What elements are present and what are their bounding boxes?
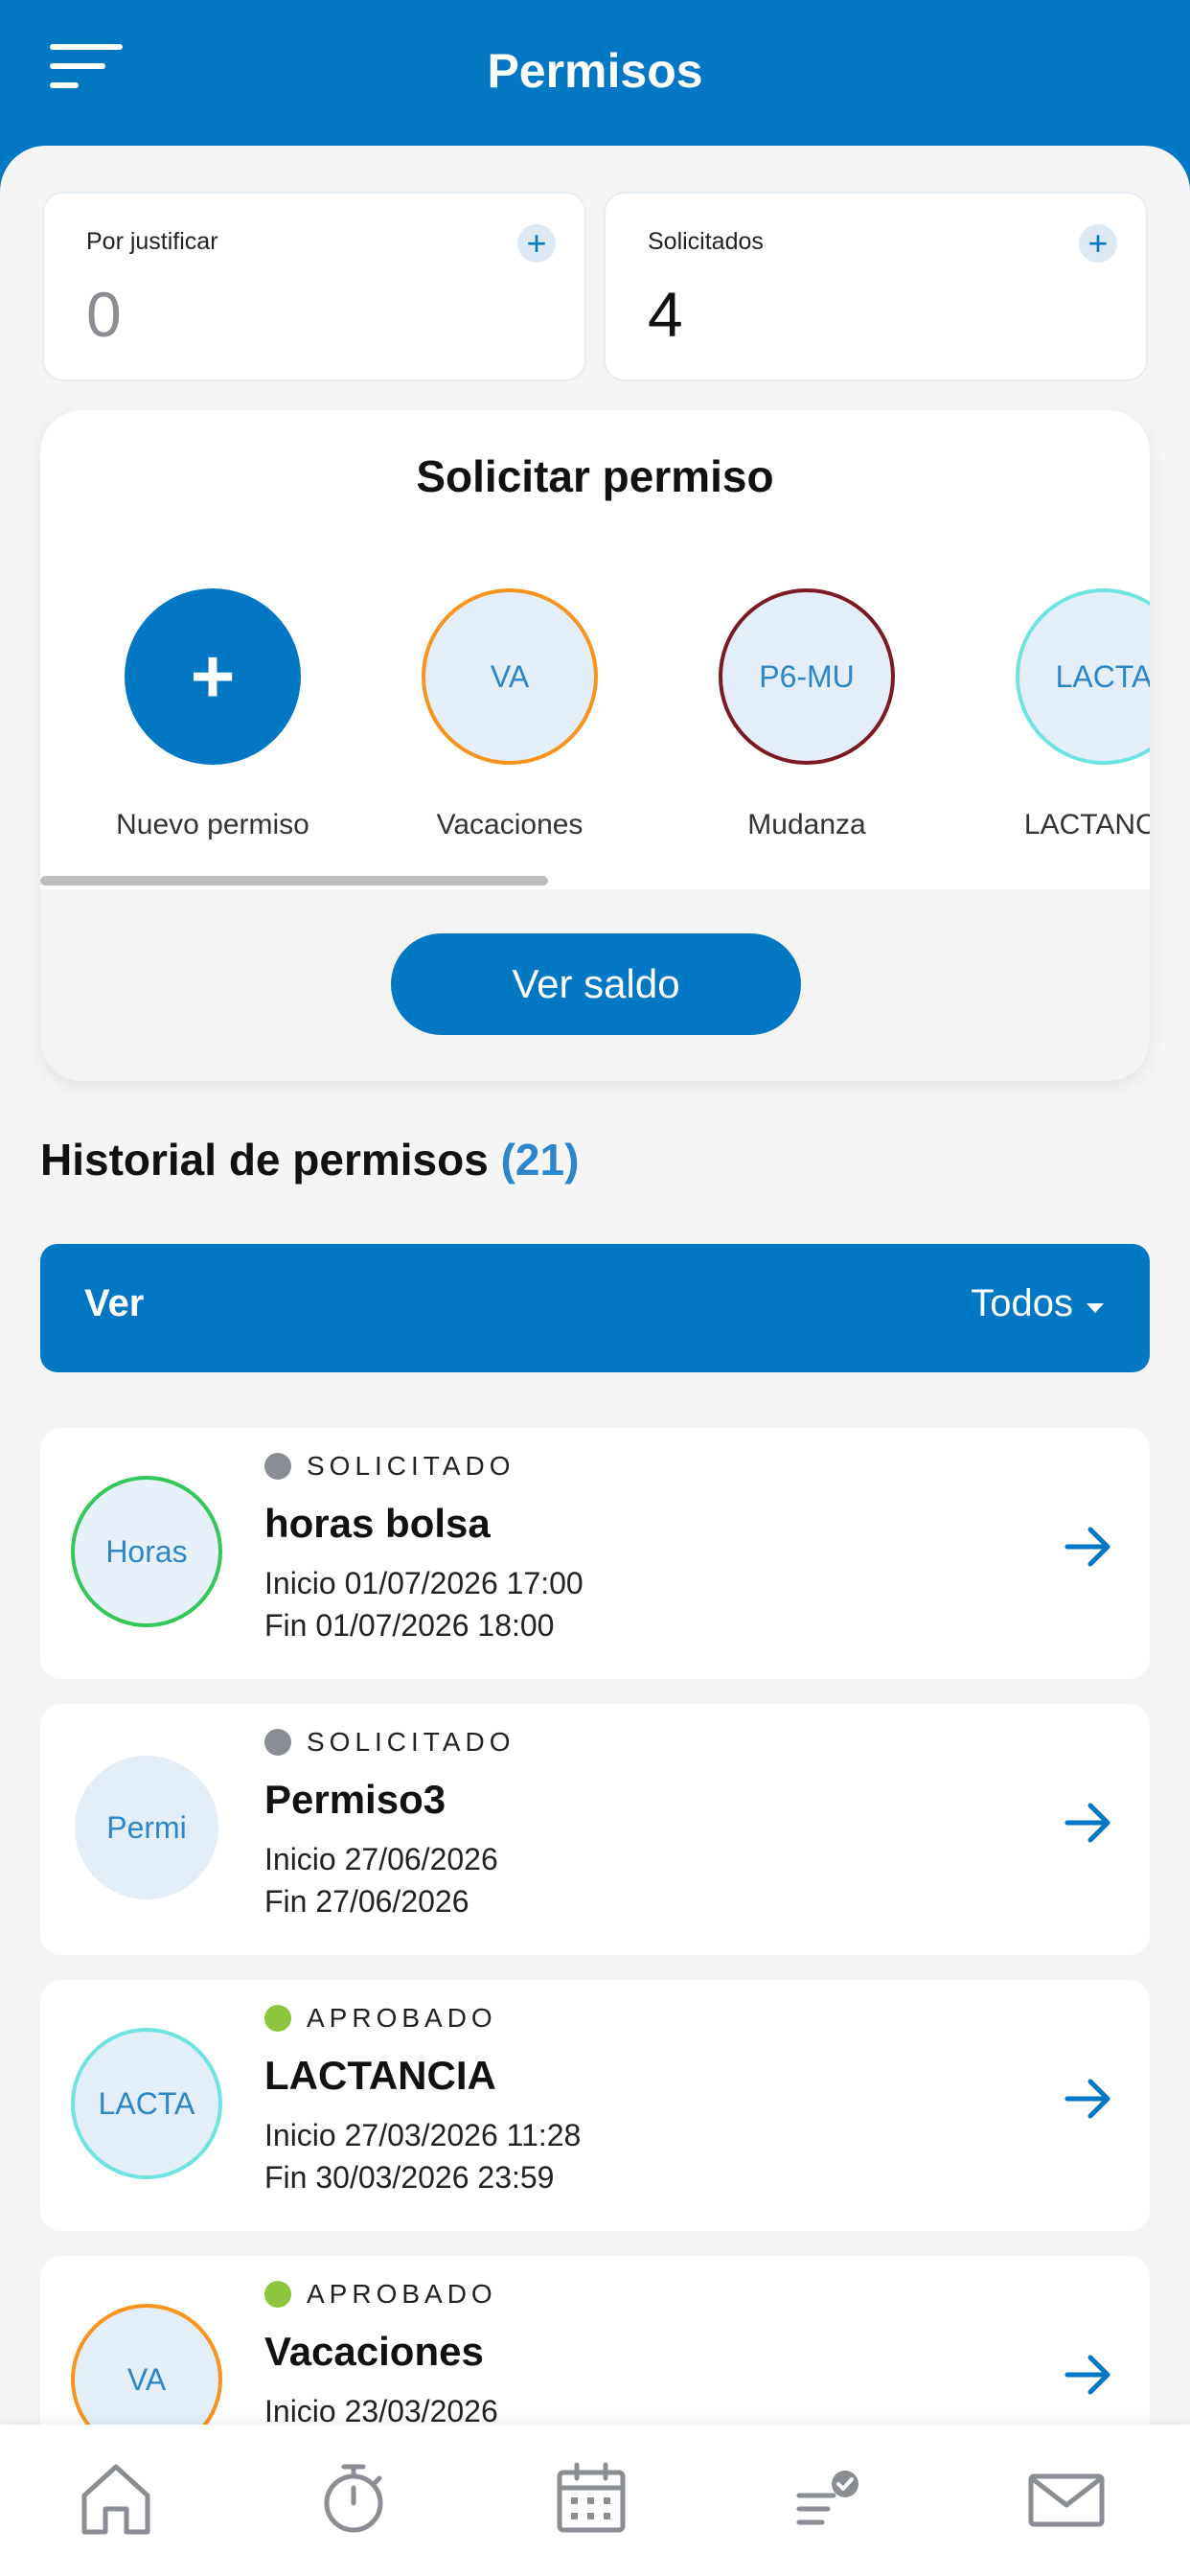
history-count: (21) [500,1135,580,1184]
scrollbar-thumb[interactable] [40,876,548,886]
history-item[interactable]: LACTA APROBADO LACTANCIA Inicio 27/03/20… [40,1980,1150,2231]
history-title: Historial de permisos (21) [40,1131,579,1188]
calendar-icon[interactable] [548,2455,634,2542]
arrow-right-icon[interactable] [1062,2072,1115,2126]
history-title-text: Historial de permisos [40,1135,489,1184]
status-badge: APROBADO [264,2001,497,2036]
permit-code-badge: VA [422,588,598,765]
permit-name: Permiso3 [264,1777,446,1822]
permit-option-label: Nuevo permiso [116,809,309,840]
permit-end: Fin 01/07/2026 18:00 [264,1608,555,1643]
status-text: APROBADO [307,2003,497,2033]
caret-down-icon[interactable] [1087,1303,1104,1313]
status-dot-icon [264,2281,291,2308]
tasks-check-icon[interactable] [786,2455,872,2542]
status-badge: SOLICITADO [264,1449,515,1484]
carousel-scrollbar[interactable] [40,876,1150,886]
permit-option-mudanza[interactable]: P6-MU Mudanza [682,588,931,841]
permit-option-nuevo[interactable]: + Nuevo permiso [88,588,337,841]
status-badge: SOLICITADO [264,1725,515,1760]
permit-option-label: LACTANCIA [1023,809,1150,840]
status-badge: APROBADO [264,2277,497,2312]
permit-option-label: Mudanza [747,809,866,840]
mail-icon[interactable] [1023,2455,1110,2542]
permit-name: horas bolsa [264,1501,491,1546]
permit-code-badge: P6-MU [719,588,895,765]
permit-code-badge: LACTA [1016,588,1150,765]
plus-icon[interactable]: + [517,224,556,263]
permit-name: Vacaciones [264,2329,484,2374]
filter-label: Ver [84,1282,145,1324]
permit-option-label: Vacaciones [436,809,584,840]
history-filter[interactable]: Ver Todos [40,1244,1150,1372]
status-dot-icon [264,2005,291,2032]
permit-carousel[interactable]: Solicitar permiso + Nuevo permiso VA Vac… [40,410,1150,889]
permit-end: Fin 30/03/2026 23:59 [264,2160,555,2195]
permit-name: LACTANCIA [264,2053,496,2098]
status-text: SOLICITADO [307,1451,515,1481]
counter-value: 4 [648,279,683,350]
bottom-nav [0,2425,1190,2576]
arrow-right-icon[interactable] [1062,2348,1115,2402]
plus-icon[interactable]: + [1079,224,1117,263]
status-text: SOLICITADO [307,1727,515,1757]
permit-code-badge: LACTA [71,2028,222,2179]
home-icon[interactable] [73,2455,159,2542]
permit-option-vacaciones[interactable]: VA Vacaciones [385,588,634,841]
history-item[interactable]: Permi SOLICITADO Permiso3 Inicio 27/06/2… [40,1704,1150,1955]
status-dot-icon [264,1729,291,1756]
plus-icon: + [125,588,301,765]
status-text: APROBADO [307,2279,497,2309]
counter-por-justificar[interactable]: Por justificar 0 + [42,192,586,381]
arrow-right-icon[interactable] [1062,1520,1115,1574]
counter-label: Por justificar [86,228,218,255]
permit-start: Inicio 27/06/2026 [264,1842,498,1876]
permit-option-lactancia[interactable]: LACTA LACTANCIA [979,588,1150,841]
page-title: Permisos [487,44,703,98]
permit-start: Inicio 27/03/2026 11:28 [264,2118,582,2152]
timer-icon[interactable] [310,2455,397,2542]
arrow-right-icon[interactable] [1062,1796,1115,1850]
permit-start: Inicio 01/07/2026 17:00 [264,1566,584,1600]
solicitar-permiso-card: Solicitar permiso + Nuevo permiso VA Vac… [40,410,1150,1081]
permit-code-badge: Horas [71,1476,222,1627]
filter-select[interactable]: Todos [971,1282,1073,1325]
section-title: Solicitar permiso [416,451,774,501]
permit-end: Fin 27/06/2026 [264,1884,469,1919]
status-dot-icon [264,1453,291,1480]
counter-value: 0 [86,279,122,350]
permit-code-badge: Permi [75,1756,218,1899]
ver-saldo-button[interactable]: Ver saldo [391,933,801,1035]
history-item[interactable]: Horas SOLICITADO horas bolsa Inicio 01/0… [40,1428,1150,1679]
counter-label: Solicitados [648,228,764,255]
counter-solicitados[interactable]: Solicitados 4 + [604,192,1148,381]
